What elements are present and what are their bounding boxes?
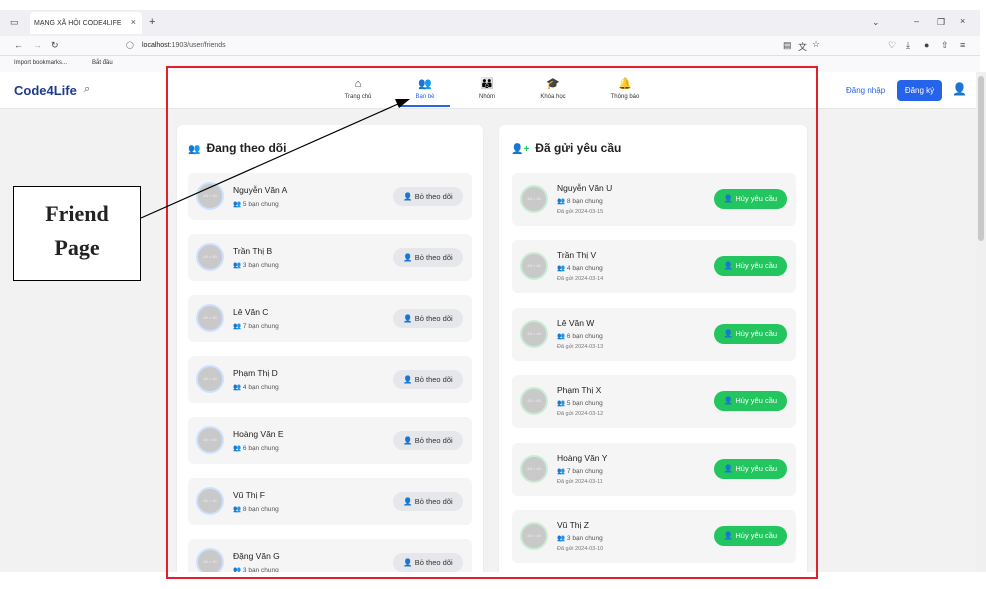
annotation-line1: Friend bbox=[45, 201, 109, 226]
annotation-label: Friend Page bbox=[13, 186, 141, 281]
annotation-arrow bbox=[140, 99, 410, 219]
annotation-line2: Page bbox=[54, 235, 100, 260]
screenshot: ▭ MẠNG XÃ HỘI CODE4LIFE × + ⌄ – ❐ × ← → … bbox=[0, 0, 986, 589]
